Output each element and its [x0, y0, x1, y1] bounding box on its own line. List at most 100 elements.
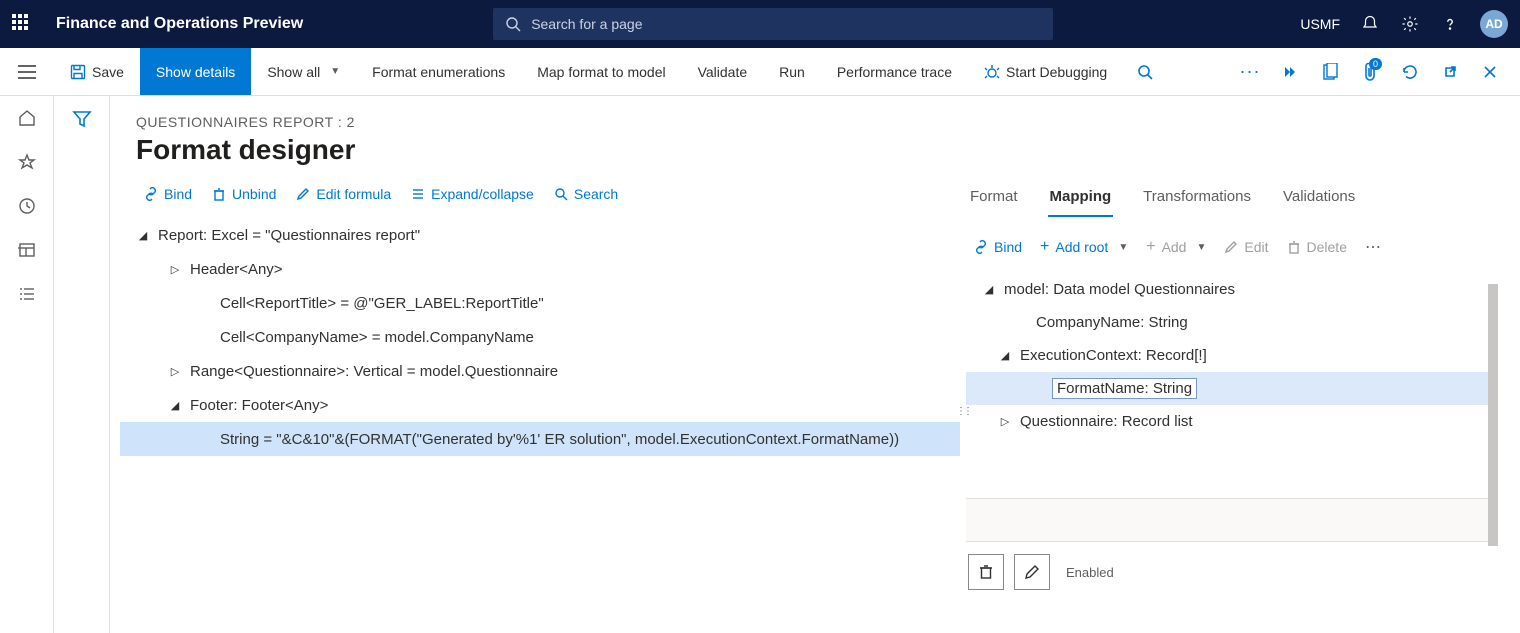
add-label: Add — [1162, 239, 1187, 255]
edit-condition-button[interactable] — [1014, 554, 1050, 590]
tree-node-selected[interactable]: FormatName: String — [966, 372, 1490, 405]
edit-formula-label: Edit formula — [316, 186, 391, 202]
save-label: Save — [92, 64, 124, 80]
caret-collapsed-icon[interactable]: ▷ — [168, 365, 182, 378]
nav-toggle-button[interactable] — [0, 48, 54, 96]
company-indicator[interactable]: USMF — [1300, 16, 1340, 32]
scrollbar[interactable] — [1488, 284, 1498, 546]
modules-icon[interactable] — [17, 284, 37, 304]
caret-expanded-icon[interactable]: ◢ — [982, 283, 996, 296]
caret-expanded-icon[interactable]: ◢ — [136, 229, 150, 242]
expand-collapse-button[interactable]: Expand/collapse — [403, 182, 542, 206]
tree-node[interactable]: ◢ model: Data model Questionnaires — [966, 273, 1490, 306]
tree-node-label: Header<Any> — [190, 261, 283, 278]
notifications-icon[interactable] — [1360, 14, 1380, 34]
tree-node-label: Questionnaire: Record list — [1020, 413, 1193, 430]
tab-validations[interactable]: Validations — [1281, 182, 1357, 217]
overflow-button[interactable]: ··· — [1232, 48, 1268, 96]
edit-button: Edit — [1216, 235, 1276, 259]
tree-node[interactable]: CompanyName: String — [966, 306, 1490, 339]
related-button[interactable] — [1272, 48, 1308, 96]
datasource-tree: ◢ model: Data model Questionnaires Compan… — [966, 273, 1490, 438]
validate-button[interactable]: Validate — [682, 48, 764, 95]
caret-expanded-icon[interactable]: ◢ — [168, 399, 182, 412]
tree-toolbar: Bind Unbind Edit formula Expand/collapse… — [120, 176, 960, 212]
recent-icon[interactable] — [17, 196, 37, 216]
format-tree-pane: Bind Unbind Edit formula Expand/collapse… — [110, 176, 960, 633]
map-format-button[interactable]: Map format to model — [521, 48, 681, 95]
unbind-label: Unbind — [232, 186, 276, 202]
expand-label: Expand/collapse — [431, 186, 534, 202]
tree-node-selected[interactable]: String = "&C&10"&(FORMAT("Generated by'%… — [120, 422, 960, 456]
start-debugging-button[interactable]: Start Debugging — [968, 48, 1123, 95]
chevron-down-icon: ▼ — [330, 66, 340, 77]
tab-transformations[interactable]: Transformations — [1141, 182, 1253, 217]
chevron-down-icon: ▼ — [1118, 242, 1128, 253]
add-root-button[interactable]: + Add root ▼ — [1032, 235, 1136, 259]
trash-icon — [212, 187, 226, 201]
app-launcher-icon[interactable] — [12, 14, 32, 34]
caret-expanded-icon[interactable]: ◢ — [998, 349, 1012, 362]
page-options-button[interactable] — [1312, 48, 1348, 96]
refresh-button[interactable] — [1392, 48, 1428, 96]
delete-condition-button[interactable] — [968, 554, 1004, 590]
popout-button[interactable] — [1432, 48, 1468, 96]
tab-format[interactable]: Format — [968, 182, 1020, 217]
map-format-label: Map format to model — [537, 64, 665, 80]
favorites-icon[interactable] — [17, 152, 37, 172]
find-button[interactable] — [1123, 48, 1167, 95]
scrollbar-thumb[interactable] — [1488, 284, 1498, 546]
run-label: Run — [779, 64, 805, 80]
tree-node-label: model: Data model Questionnaires — [1004, 281, 1235, 298]
gear-icon[interactable] — [1400, 14, 1420, 34]
tree-node[interactable]: ◢ExecutionContext: Record[!] — [966, 339, 1490, 372]
global-search-input[interactable]: Search for a page — [493, 8, 1053, 40]
close-button[interactable] — [1472, 48, 1508, 96]
page-title: Format designer — [136, 134, 1520, 166]
tree-node[interactable]: ▷ Questionnaire: Record list — [966, 405, 1490, 438]
tree-node[interactable]: ◢Footer: Footer<Any> — [120, 388, 960, 422]
format-enumerations-button[interactable]: Format enumerations — [356, 48, 521, 95]
mapping-toolbar: Bind +Add root▼ +Add▼ Edit Delete ⋯ — [966, 235, 1490, 259]
tree-node[interactable]: Cell<ReportTitle> = @"GER_LABEL:ReportTi… — [120, 286, 960, 320]
formula-bar[interactable] — [966, 498, 1490, 542]
unbind-button[interactable]: Unbind — [204, 182, 284, 206]
tree-search-button[interactable]: Search — [546, 182, 626, 206]
help-icon[interactable] — [1440, 14, 1460, 34]
debug-icon — [984, 64, 1000, 80]
plus-icon: + — [1040, 240, 1049, 254]
workspaces-icon[interactable] — [17, 240, 37, 260]
format-enum-label: Format enumerations — [372, 64, 505, 80]
search-icon — [1137, 64, 1153, 80]
caret-collapsed-icon[interactable]: ▷ — [168, 263, 182, 276]
link-icon — [144, 187, 158, 201]
trash-icon — [978, 564, 994, 580]
save-button[interactable]: Save — [54, 48, 140, 95]
add-root-label: Add root — [1055, 239, 1108, 255]
tree-node[interactable]: ◢Report: Excel = "Questionnaires report" — [120, 218, 960, 252]
home-icon[interactable] — [17, 108, 37, 128]
caret-collapsed-icon[interactable]: ▷ — [998, 415, 1012, 428]
tree-node[interactable]: Cell<CompanyName> = model.CompanyName — [120, 320, 960, 354]
tree-node-label: Range<Questionnaire>: Vertical = model.Q… — [190, 363, 558, 380]
tree-node[interactable]: ▷ Range<Questionnaire>: Vertical = model.… — [120, 354, 960, 388]
attachments-button[interactable]: 0 — [1352, 48, 1388, 96]
mapping-bind-button[interactable]: Bind — [966, 235, 1030, 259]
run-button[interactable]: Run — [763, 48, 821, 95]
search-label: Search — [574, 186, 618, 202]
action-pane: Save Show details Show all▼ Format enume… — [0, 48, 1520, 96]
bind-button[interactable]: Bind — [136, 182, 200, 206]
tree-node[interactable]: ▷ Header<Any> — [120, 252, 960, 286]
add-button: +Add▼ — [1138, 235, 1214, 259]
show-details-button[interactable]: Show details — [140, 48, 251, 95]
performance-trace-button[interactable]: Performance trace — [821, 48, 968, 95]
edit-formula-button[interactable]: Edit formula — [288, 182, 399, 206]
tab-mapping[interactable]: Mapping — [1048, 182, 1114, 217]
list-icon — [411, 187, 425, 201]
show-all-button[interactable]: Show all▼ — [251, 48, 356, 95]
filter-icon[interactable] — [72, 110, 92, 633]
pencil-icon — [1224, 240, 1238, 254]
user-avatar[interactable]: AD — [1480, 10, 1508, 38]
tree-node-label: FormatName: String — [1052, 378, 1197, 399]
more-button[interactable]: ⋯ — [1365, 237, 1381, 257]
